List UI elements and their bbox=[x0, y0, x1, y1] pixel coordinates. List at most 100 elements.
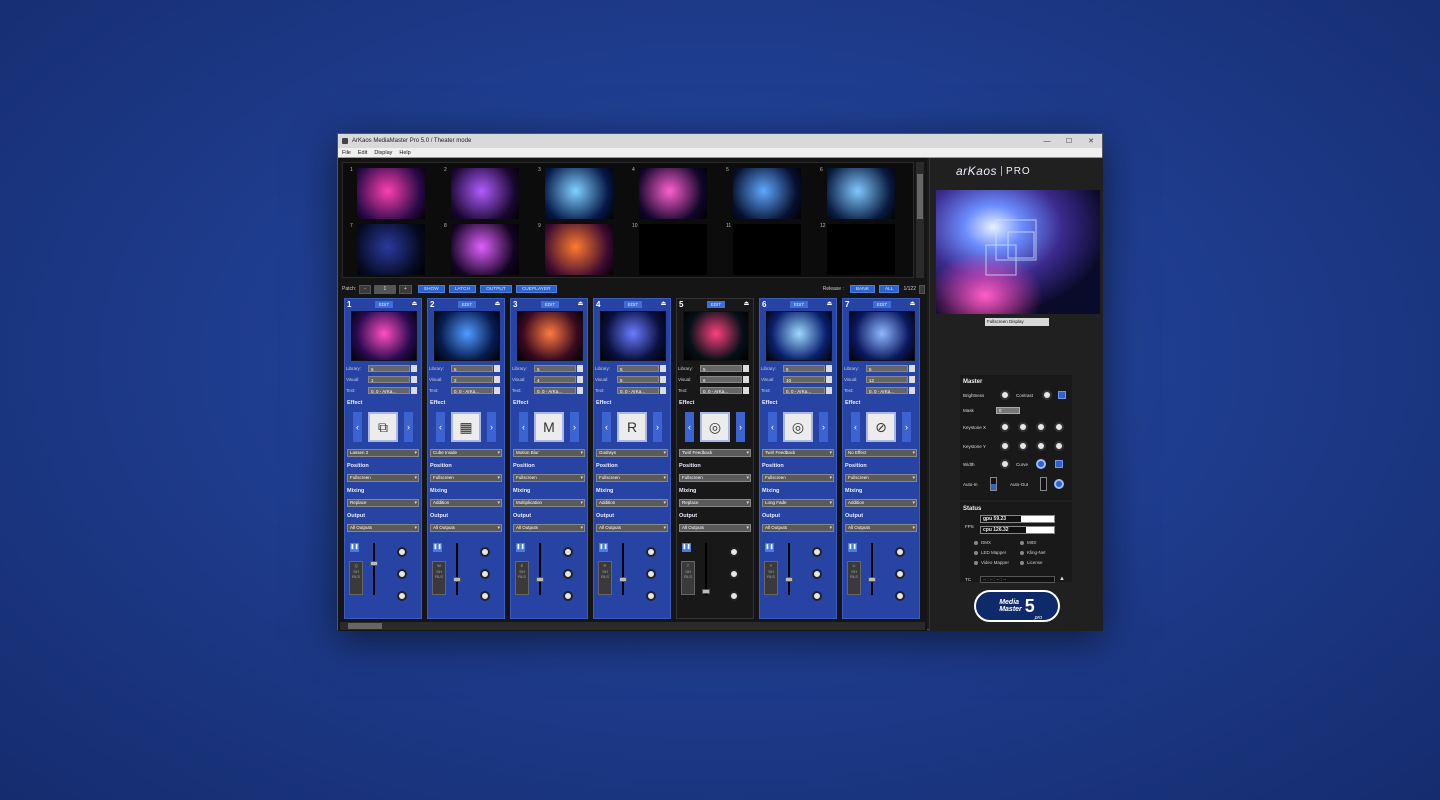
brightness-knob[interactable] bbox=[1000, 390, 1010, 400]
effect-dropdown[interactable]: Twirl Feedback bbox=[762, 449, 834, 457]
effect-prev-button[interactable]: ‹ bbox=[768, 412, 777, 442]
effect-dropdown[interactable]: Twirl Feedback bbox=[679, 449, 751, 457]
text-spinner[interactable] bbox=[909, 386, 915, 394]
effect-icon[interactable]: ▦ bbox=[451, 412, 481, 442]
text-spinner[interactable] bbox=[577, 386, 583, 394]
keystone-y-knob-4[interactable] bbox=[1054, 441, 1064, 451]
volume-knob[interactable] bbox=[812, 569, 822, 579]
param-knob[interactable] bbox=[729, 591, 739, 601]
param-knob[interactable] bbox=[563, 591, 573, 601]
eject-icon[interactable]: ⏏ bbox=[411, 301, 418, 308]
layer-edit-button[interactable]: EDIT bbox=[873, 301, 891, 308]
effect-icon[interactable]: ⊘ bbox=[866, 412, 896, 442]
text-value[interactable]: 0. 0 - ArKa... bbox=[534, 386, 576, 394]
output-dropdown[interactable]: All Outputs bbox=[845, 524, 917, 532]
position-dropdown[interactable]: Fullscreen bbox=[679, 474, 751, 482]
effect-prev-button[interactable]: ‹ bbox=[519, 412, 528, 442]
effect-dropdown[interactable]: Motion Blur bbox=[513, 449, 585, 457]
effect-prev-button[interactable]: ‹ bbox=[436, 412, 445, 442]
opacity-fader[interactable] bbox=[871, 543, 873, 595]
opacity-fader[interactable] bbox=[373, 543, 375, 595]
keystone-x-knob-1[interactable] bbox=[1000, 422, 1010, 432]
contrast-knob[interactable] bbox=[1042, 390, 1052, 400]
volume-knob[interactable] bbox=[563, 569, 573, 579]
library-spinner[interactable] bbox=[494, 364, 500, 372]
eject-icon[interactable]: ⏏ bbox=[577, 301, 584, 308]
position-dropdown[interactable]: Fullscreen bbox=[347, 474, 419, 482]
library-thumb-6[interactable]: 6 bbox=[820, 167, 895, 219]
library-thumb-10[interactable]: 10 bbox=[632, 223, 707, 275]
release-bank-button[interactable]: BANK bbox=[849, 285, 875, 293]
speed-knob[interactable] bbox=[895, 547, 905, 557]
speed-knob[interactable] bbox=[812, 547, 822, 557]
position-dropdown[interactable]: Fullscreen bbox=[430, 474, 502, 482]
library-thumb-5[interactable]: 5 bbox=[726, 167, 801, 219]
output-dropdown[interactable]: All Outputs bbox=[347, 524, 419, 532]
library-value[interactable]: 5 bbox=[866, 364, 908, 372]
eject-icon[interactable]: ⏏ bbox=[743, 301, 750, 308]
effect-next-button[interactable]: › bbox=[404, 412, 413, 442]
key-trigger[interactable]: Q SH RLS bbox=[349, 561, 363, 595]
library-thumb-12[interactable]: 12 bbox=[820, 223, 895, 275]
effect-next-button[interactable]: › bbox=[653, 412, 662, 442]
library-value[interactable]: 5 bbox=[617, 364, 659, 372]
fader-handle[interactable] bbox=[536, 577, 544, 582]
output-mode-button[interactable]: OUTPUT bbox=[480, 285, 512, 293]
key-trigger[interactable]: T SH RLS bbox=[681, 561, 695, 595]
fader-handle[interactable] bbox=[453, 577, 461, 582]
text-spinner[interactable] bbox=[660, 386, 666, 394]
volume-knob[interactable] bbox=[480, 569, 490, 579]
text-spinner[interactable] bbox=[494, 386, 500, 394]
text-value[interactable]: 0. 0 - ArKa... bbox=[700, 386, 742, 394]
position-dropdown[interactable]: Fullscreen bbox=[596, 474, 668, 482]
auto-out-slider[interactable] bbox=[1040, 477, 1047, 491]
mixing-dropdown[interactable]: Multiplication bbox=[513, 499, 585, 507]
pause-button[interactable]: ❚❚ bbox=[682, 543, 691, 552]
text-spinner[interactable] bbox=[743, 386, 749, 394]
mixing-dropdown[interactable]: Long Fade bbox=[762, 499, 834, 507]
output-dropdown[interactable]: All Outputs bbox=[762, 524, 834, 532]
visual-value[interactable]: 12 bbox=[866, 375, 908, 383]
visual-spinner[interactable] bbox=[660, 375, 666, 383]
effect-icon[interactable]: ◎ bbox=[700, 412, 730, 442]
visual-spinner[interactable] bbox=[411, 375, 417, 383]
fader-handle[interactable] bbox=[868, 577, 876, 582]
keystone-x-knob-3[interactable] bbox=[1036, 422, 1046, 432]
visual-spinner[interactable] bbox=[826, 375, 832, 383]
maximize-button[interactable]: ☐ bbox=[1058, 137, 1080, 145]
eject-icon[interactable]: ⏏ bbox=[660, 301, 667, 308]
hscroll-thumb[interactable] bbox=[348, 623, 382, 629]
text-value[interactable]: 0. 0 - ArKa... bbox=[617, 386, 659, 394]
output-dropdown[interactable]: All Outputs bbox=[679, 524, 751, 532]
key-trigger[interactable]: R SH RLS bbox=[598, 561, 612, 595]
eject-icon[interactable]: ⏏ bbox=[494, 301, 501, 308]
horizontal-scrollbar[interactable] bbox=[340, 622, 925, 630]
layer-edit-button[interactable]: EDIT bbox=[541, 301, 559, 308]
auto-out-knob[interactable] bbox=[1054, 479, 1064, 489]
param-knob[interactable] bbox=[895, 591, 905, 601]
eject-icon[interactable]: ⏏ bbox=[909, 301, 916, 308]
effect-next-button[interactable]: › bbox=[902, 412, 911, 442]
scrollbar-thumb[interactable] bbox=[917, 174, 923, 219]
library-value[interactable]: 5 bbox=[700, 364, 742, 372]
library-spinner[interactable] bbox=[743, 364, 749, 372]
speed-knob[interactable] bbox=[397, 547, 407, 557]
opacity-fader[interactable] bbox=[788, 543, 790, 595]
visual-value[interactable]: 1 bbox=[368, 375, 410, 383]
opacity-fader[interactable] bbox=[705, 543, 707, 595]
layer-edit-button[interactable]: EDIT bbox=[624, 301, 642, 308]
curve-toggle-button[interactable] bbox=[1055, 460, 1063, 468]
latch-mode-button[interactable]: LATCH bbox=[448, 285, 477, 293]
output-dropdown[interactable]: All Outputs bbox=[513, 524, 585, 532]
cueplayer-mode-button[interactable]: CUEPLAYER bbox=[515, 285, 557, 293]
visual-value[interactable]: 5 bbox=[617, 375, 659, 383]
auto-in-slider[interactable] bbox=[990, 477, 997, 491]
key-trigger[interactable]: Y SH RLS bbox=[764, 561, 778, 595]
curve-knob[interactable] bbox=[1036, 459, 1046, 469]
effect-next-button[interactable]: › bbox=[570, 412, 579, 442]
volume-knob[interactable] bbox=[729, 569, 739, 579]
volume-knob[interactable] bbox=[397, 569, 407, 579]
library-thumb-9[interactable]: 9 bbox=[538, 223, 613, 275]
library-spinner[interactable] bbox=[909, 364, 915, 372]
effect-prev-button[interactable]: ‹ bbox=[602, 412, 611, 442]
